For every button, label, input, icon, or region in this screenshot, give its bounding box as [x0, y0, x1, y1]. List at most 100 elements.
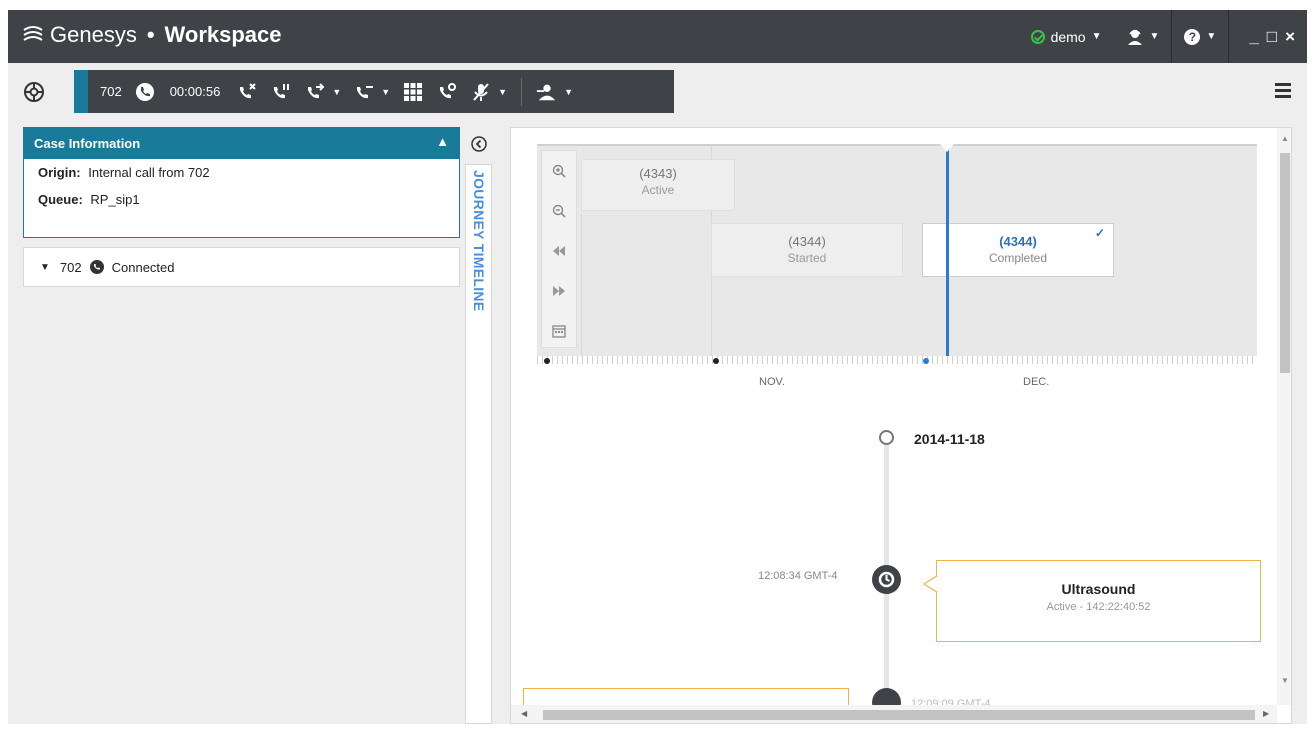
vertical-scroll-thumb[interactable]	[1280, 153, 1290, 373]
month-label: DEC.	[1023, 376, 1050, 388]
queue-value: RP_sip1	[90, 192, 140, 207]
event-date: 2014-11-18	[914, 431, 985, 447]
help-icon: ?	[1184, 28, 1201, 45]
call-status: Connected	[111, 259, 175, 275]
conference-call-icon[interactable]	[353, 81, 375, 103]
timeline-gridline	[581, 214, 582, 356]
journey-timeline-label[interactable]: JOURNEY TIMELINE	[471, 170, 487, 311]
agent-headset-icon	[1127, 29, 1142, 45]
minimize-button[interactable]: _	[1249, 27, 1258, 47]
timeline-axis	[537, 356, 1257, 364]
event-subtitle: Active - 142:22:40:52	[1046, 601, 1151, 613]
card-state: Completed	[988, 251, 1048, 265]
ready-status-icon	[1030, 29, 1045, 44]
scroll-left-icon[interactable]: ◀	[521, 709, 527, 718]
case-information-header[interactable]: Case Information ▲	[24, 128, 459, 159]
chevron-down-icon: ▼	[1091, 31, 1102, 42]
clock-icon[interactable]	[872, 565, 901, 594]
mute-microphone-icon[interactable]	[470, 81, 492, 103]
journey-timeline-panel: (4343) Active (4344) Started ✓ (4344) Co…	[510, 127, 1292, 724]
calendar-icon[interactable]	[542, 311, 576, 351]
vertical-scrollbar[interactable]: ▲ ▼	[1277, 128, 1291, 705]
call-party-number: 702	[59, 259, 82, 275]
card-id: (4344)	[999, 234, 1037, 249]
scroll-up-icon[interactable]: ▲	[1281, 134, 1289, 143]
zoom-out-icon[interactable]	[542, 191, 576, 231]
keypad-icon[interactable]	[402, 81, 424, 103]
title-bar: Genesys • Workspace demo ▼ ▼ ? ▼ _ □ ×	[8, 10, 1307, 63]
support-gear-icon[interactable]	[22, 80, 46, 104]
timeline-marker[interactable]	[713, 358, 719, 364]
brand-name: Genesys	[50, 22, 137, 47]
origin-label: Origin:	[38, 165, 81, 180]
queue-label: Queue:	[38, 192, 83, 207]
card-state: Started	[787, 251, 827, 265]
brand: Genesys • Workspace	[20, 22, 282, 48]
chevron-down-icon[interactable]: ▼	[332, 87, 341, 97]
workspace-window: Genesys • Workspace demo ▼ ▼ ? ▼ _ □ × 7…	[8, 10, 1307, 724]
call-party: 702	[100, 84, 122, 99]
chevron-down-icon: ▼	[1206, 31, 1217, 42]
phone-icon	[134, 81, 156, 103]
timeline-marker-selected[interactable]	[923, 358, 929, 364]
phone-icon	[89, 260, 104, 274]
timeline-cursor[interactable]	[946, 144, 949, 356]
event-card-pointer-fill	[925, 576, 938, 592]
call-party-item[interactable]: ▼ 702 Connected	[23, 247, 460, 287]
origin-value: Internal call from 702	[88, 165, 210, 180]
timeline-chart: (4343) Active (4344) Started ✓ (4344) Co…	[537, 144, 1257, 356]
fast-forward-icon[interactable]	[542, 271, 576, 311]
close-button[interactable]: ×	[1285, 27, 1295, 47]
event-card[interactable]: Ultrasound Active - 142:22:40:52	[936, 560, 1261, 642]
timeline-card-completed[interactable]: ✓ (4344) Completed	[922, 223, 1114, 277]
titlebar-controls: demo ▼ ▼ ? ▼ _ □ ×	[1019, 10, 1307, 63]
case-information-title: Case Information	[34, 136, 141, 151]
chevron-down-icon: ▼	[1149, 31, 1160, 42]
rewind-icon[interactable]	[542, 231, 576, 271]
collapse-panel-icon[interactable]	[470, 135, 488, 153]
event-time: 12:08:34 GMT-4	[758, 570, 838, 582]
app-name: Workspace	[164, 22, 282, 47]
card-id: (4344)	[788, 234, 826, 249]
help-menu[interactable]: ? ▼	[1172, 10, 1228, 63]
end-call-icon[interactable]	[236, 81, 258, 103]
timeline-cursor-handle[interactable]	[940, 144, 954, 152]
timeline-card-started[interactable]: (4344) Started	[711, 223, 903, 277]
user-name: demo	[1050, 28, 1086, 45]
checkmark-icon: ✓	[1094, 226, 1105, 240]
divider	[521, 77, 523, 106]
chevron-down-icon[interactable]: ▼	[381, 87, 390, 97]
window-controls: _ □ ×	[1229, 10, 1307, 63]
transfer-call-icon[interactable]	[304, 81, 326, 103]
toolbar: 702 00:00:56 ▼ ▼ ▼ ▼	[8, 63, 1307, 121]
date-node-icon	[879, 430, 894, 445]
consult-call-icon[interactable]	[436, 81, 458, 103]
call-accent	[74, 70, 88, 113]
timeline-marker[interactable]	[544, 358, 550, 364]
call-timer: 00:00:56	[169, 84, 221, 99]
call-toolbar: 702 00:00:56 ▼ ▼ ▼ ▼	[74, 70, 674, 113]
horizontal-scrollbar[interactable]: ◀ ▶	[511, 705, 1277, 723]
scroll-right-icon[interactable]: ▶	[1263, 709, 1269, 718]
party-action-icon[interactable]	[536, 81, 558, 103]
maximize-button[interactable]: □	[1267, 27, 1277, 47]
brand-separator: •	[146, 22, 155, 47]
chevron-down-icon[interactable]: ▼	[564, 87, 573, 97]
origin-row: Origin: Internal call from 702	[24, 159, 459, 186]
scroll-down-icon[interactable]: ▼	[1281, 676, 1289, 685]
agent-menu[interactable]: ▼	[1114, 10, 1172, 63]
chevron-up-icon[interactable]: ▲	[436, 134, 449, 149]
card-state: Active	[641, 183, 675, 197]
timeline-card-active[interactable]: (4343) Active	[581, 159, 735, 211]
event-title: Ultrasound	[1061, 581, 1136, 597]
month-label: NOV.	[759, 376, 785, 388]
chevron-down-icon[interactable]: ▼	[498, 87, 507, 97]
expand-arrow-icon[interactable]: ▼	[40, 262, 50, 273]
genesys-logo-icon	[23, 26, 43, 41]
horizontal-scroll-thumb[interactable]	[543, 710, 1255, 720]
hamburger-menu-icon[interactable]	[1275, 83, 1291, 99]
card-id: (4343)	[639, 166, 677, 181]
user-status-menu[interactable]: demo ▼	[1019, 10, 1114, 63]
hold-call-icon[interactable]	[270, 81, 292, 103]
zoom-in-icon[interactable]	[542, 151, 576, 191]
